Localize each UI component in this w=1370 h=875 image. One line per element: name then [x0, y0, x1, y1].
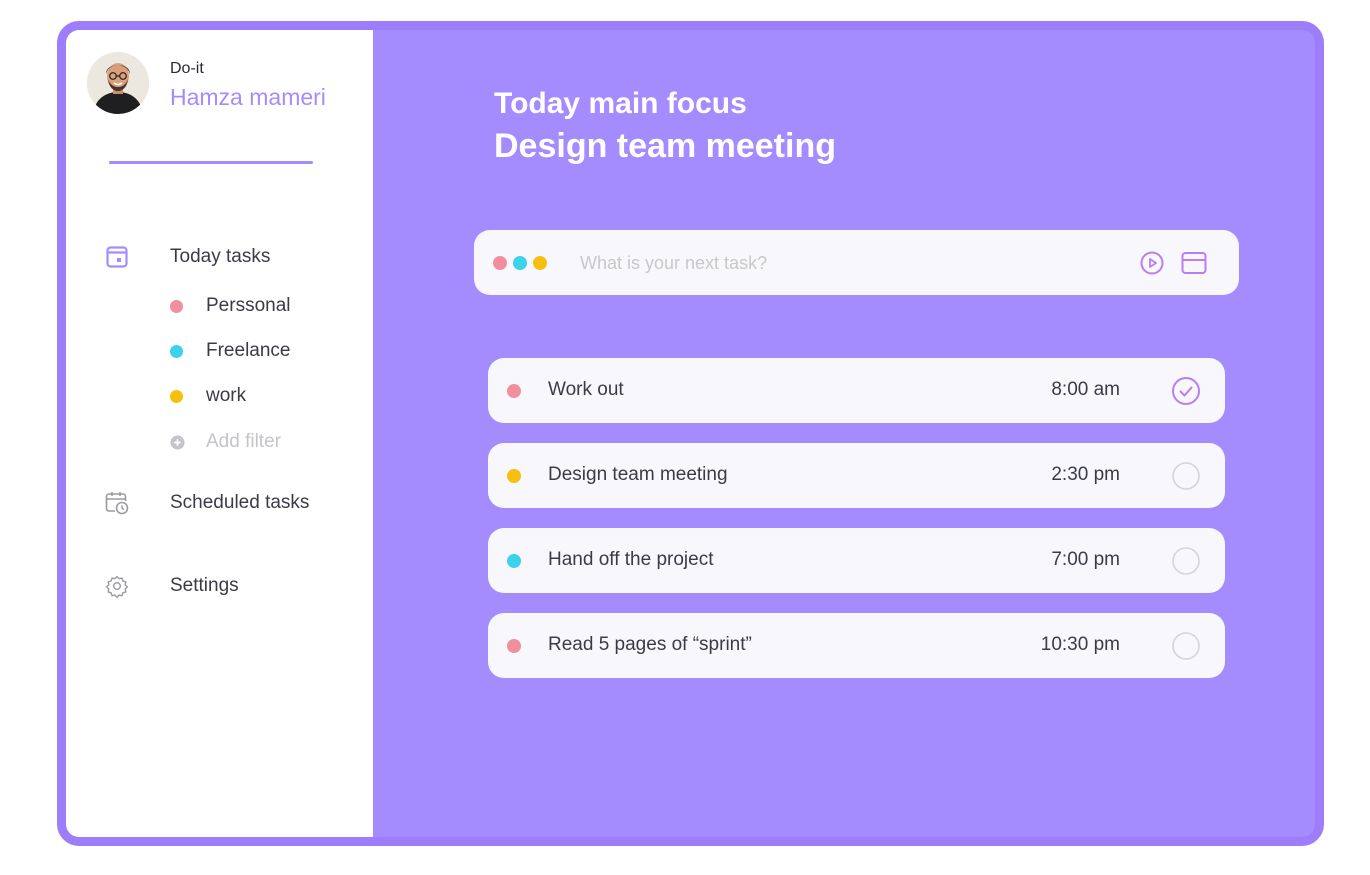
sidebar: Do-it Hamza mameri Today tasks Perssonal…: [66, 30, 373, 837]
task-row[interactable]: Work out 8:00 am: [488, 358, 1225, 423]
task-time: 8:00 am: [1051, 379, 1120, 400]
check-circle-icon[interactable]: [1171, 546, 1201, 576]
filter-label: work: [206, 385, 247, 406]
plus-circle-icon: [170, 434, 185, 450]
calendar-today-icon: [104, 244, 130, 270]
nav-scheduled-tasks-label: Scheduled tasks: [170, 492, 310, 513]
nav-scheduled-tasks[interactable]: Scheduled tasks: [104, 490, 309, 516]
add-filter-button[interactable]: Add filter: [170, 431, 281, 453]
color-dot-pink[interactable]: [493, 256, 507, 270]
task-color-dot: [507, 469, 521, 483]
color-dot-yellow[interactable]: [533, 256, 547, 270]
nav-today-tasks[interactable]: Today tasks: [104, 244, 270, 270]
task-row[interactable]: Design team meeting 2:30 pm: [488, 443, 1225, 508]
task-name: Hand off the project: [548, 549, 714, 570]
nav-settings-label: Settings: [170, 575, 239, 596]
task-color-dot: [507, 384, 521, 398]
nav-today-tasks-label: Today tasks: [170, 246, 271, 267]
task-row[interactable]: Read 5 pages of “sprint” 10:30 pm: [488, 613, 1225, 678]
calendar-icon[interactable]: [1180, 249, 1208, 277]
task-name: Read 5 pages of “sprint”: [548, 634, 752, 655]
task-name: Design team meeting: [548, 464, 728, 485]
add-filter-label: Add filter: [206, 431, 281, 452]
focus-heading: Today main focus: [494, 87, 747, 120]
gear-icon: [104, 573, 130, 599]
task-name: Work out: [548, 379, 624, 400]
task-time: 7:00 pm: [1051, 549, 1120, 570]
new-task-input[interactable]: [578, 246, 1102, 280]
check-circle-icon[interactable]: [1171, 631, 1201, 661]
filter-label: Perssonal: [206, 295, 291, 316]
app-name: Do-it: [170, 60, 204, 77]
filter-color-dot: [170, 299, 183, 313]
filter-freelance[interactable]: Freelance: [170, 340, 291, 362]
filter-color-dot: [170, 344, 183, 358]
focus-title: Design team meeting: [494, 127, 836, 165]
color-dot-cyan[interactable]: [513, 256, 527, 270]
filter-personal[interactable]: Perssonal: [170, 295, 291, 317]
task-input-bar: [474, 230, 1239, 295]
filter-label: Freelance: [206, 340, 291, 361]
filter-work[interactable]: work: [170, 385, 246, 407]
task-color-dot: [507, 639, 521, 653]
color-picker[interactable]: [493, 256, 547, 270]
user-name: Hamza mameri: [170, 84, 326, 110]
task-time: 2:30 pm: [1051, 464, 1120, 485]
calendar-clock-icon: [104, 490, 130, 516]
task-row[interactable]: Hand off the project 7:00 pm: [488, 528, 1225, 593]
task-time: 10:30 pm: [1040, 634, 1120, 655]
avatar[interactable]: [87, 52, 149, 114]
main-panel: Today main focus Design team meeting Wha…: [373, 30, 1315, 837]
task-color-dot: [507, 554, 521, 568]
nav-settings[interactable]: Settings: [104, 573, 239, 599]
clock-play-icon[interactable]: [1138, 249, 1166, 277]
filter-color-dot: [170, 389, 183, 403]
check-circle-icon[interactable]: [1171, 461, 1201, 491]
check-circle-icon[interactable]: [1171, 376, 1201, 406]
divider: [109, 161, 313, 164]
app-window: Do-it Hamza mameri Today tasks Perssonal…: [57, 21, 1324, 846]
